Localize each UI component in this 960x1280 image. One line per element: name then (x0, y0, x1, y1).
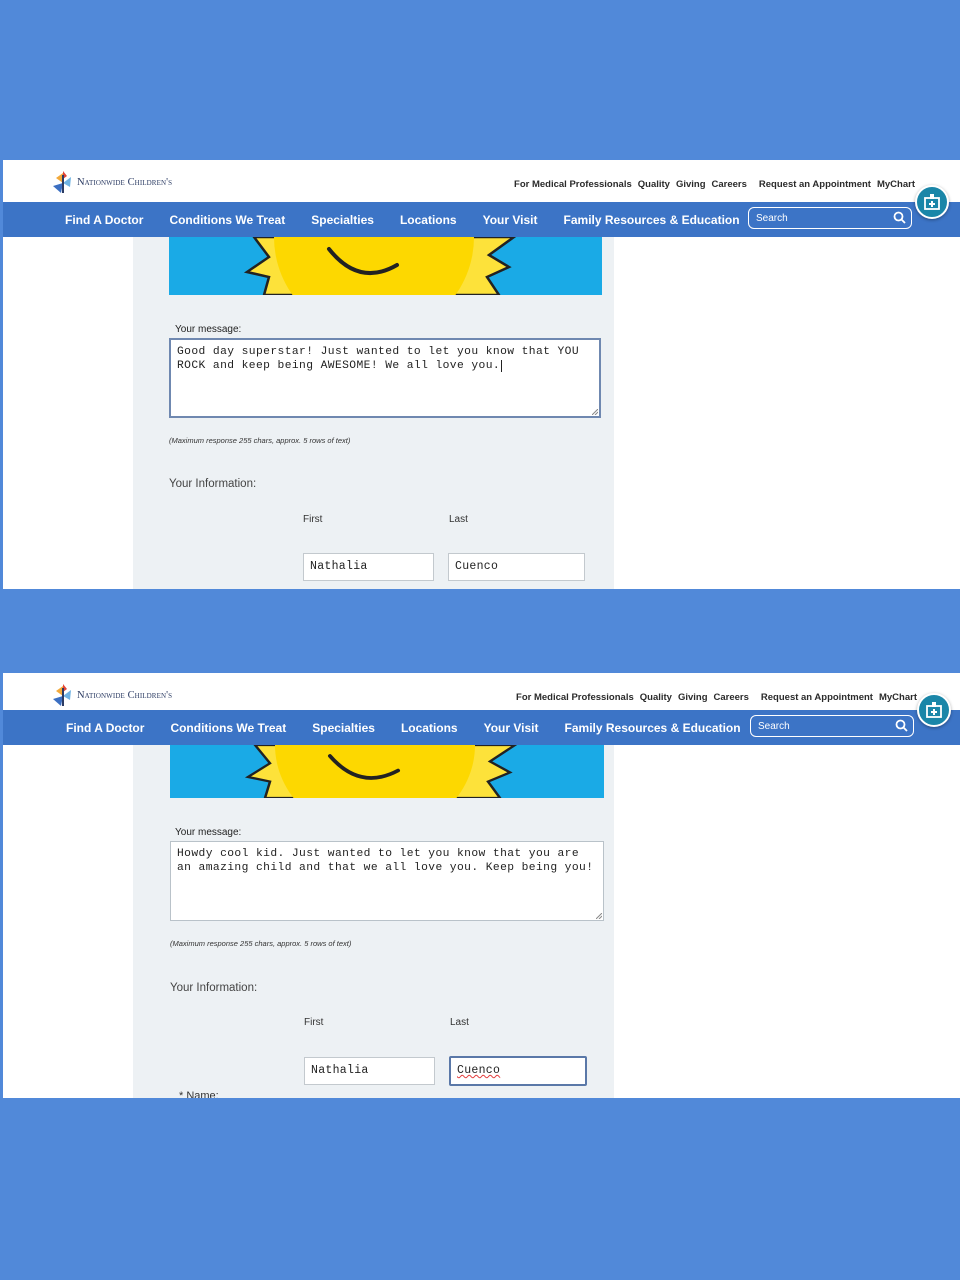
form-panel: Your message: Howdy cool kid. Just wante… (133, 745, 614, 1098)
resize-grip-icon[interactable] (592, 409, 598, 415)
main-nav: Find A Doctor Conditions We Treat Specia… (3, 202, 960, 237)
search-icon[interactable] (895, 719, 908, 732)
nav-family-resources[interactable]: Family Resources & Education (565, 721, 741, 735)
name-label-partial: * Name: (179, 1090, 219, 1098)
link-giving[interactable]: Giving (678, 692, 708, 703)
max-length-note: (Maximum response 255 chars, approx. 5 r… (169, 436, 351, 445)
link-medical-professionals[interactable]: For Medical Professionals (516, 692, 634, 703)
utility-links: For Medical Professionals Quality Giving… (514, 179, 915, 190)
hospital-chat-icon (924, 194, 940, 210)
nav-find-a-doctor[interactable]: Find A Doctor (65, 213, 143, 227)
link-request-appointment[interactable]: Request an Appointment (761, 692, 873, 703)
link-request-appointment[interactable]: Request an Appointment (759, 179, 871, 190)
search-input[interactable]: Search (748, 207, 912, 229)
last-name-label: Last (450, 1017, 469, 1028)
last-name-input[interactable]: Cuenco (448, 553, 585, 581)
search-input[interactable]: Search (750, 715, 914, 737)
last-name-value: Cuenco (457, 1064, 501, 1077)
top-bar: Nationwide Children's For Medical Profes… (3, 160, 960, 202)
nav-specialties[interactable]: Specialties (312, 721, 375, 735)
logo-text: Nationwide Children's (77, 176, 173, 188)
first-name-label: First (303, 514, 323, 525)
link-medical-professionals[interactable]: For Medical Professionals (514, 179, 632, 190)
resize-grip-icon[interactable] (596, 913, 602, 919)
nav-conditions[interactable]: Conditions We Treat (170, 721, 286, 735)
link-mychart[interactable]: MyChart (877, 179, 915, 190)
message-textarea[interactable]: Good day superstar! Just wanted to let y… (169, 338, 601, 418)
your-information-label: Your Information: (170, 982, 258, 994)
nav-family-resources[interactable]: Family Resources & Education (564, 213, 740, 227)
nav-your-visit[interactable]: Your Visit (483, 213, 538, 227)
utility-links: For Medical Professionals Quality Giving… (516, 692, 917, 703)
nav-conditions[interactable]: Conditions We Treat (169, 213, 285, 227)
search-placeholder: Search (758, 721, 790, 732)
site-logo[interactable]: Nationwide Children's (51, 681, 172, 709)
message-label: Your message: (175, 324, 242, 335)
nav-locations[interactable]: Locations (400, 213, 457, 227)
your-information-label: Your Information: (169, 478, 257, 490)
screenshot-2: Nationwide Children's For Medical Profes… (3, 673, 960, 1098)
hospital-chat-icon (926, 702, 942, 718)
form-panel: Your message: Good day superstar! Just w… (133, 237, 614, 589)
max-length-note: (Maximum response 255 chars, approx. 5 r… (170, 939, 352, 948)
first-name-input[interactable]: Nathalia (304, 1057, 435, 1085)
nav-find-a-doctor[interactable]: Find A Doctor (66, 721, 144, 735)
chat-help-button[interactable] (915, 185, 949, 219)
text-cursor: ​ (501, 360, 503, 372)
link-quality[interactable]: Quality (640, 692, 672, 703)
first-name-input[interactable]: Nathalia (303, 553, 434, 581)
butterfly-logo-icon (53, 171, 71, 193)
link-mychart[interactable]: MyChart (879, 692, 917, 703)
nav-locations[interactable]: Locations (401, 721, 458, 735)
chat-help-button[interactable] (917, 693, 951, 727)
butterfly-logo-icon (53, 684, 71, 706)
top-bar: Nationwide Children's For Medical Profes… (3, 673, 960, 715)
last-name-label: Last (449, 514, 468, 525)
first-name-label: First (304, 1017, 324, 1028)
screenshot-1: Nationwide Children's For Medical Profes… (3, 160, 960, 589)
message-textarea[interactable]: Howdy cool kid. Just wanted to let you k… (170, 841, 604, 921)
nav-specialties[interactable]: Specialties (311, 213, 374, 227)
link-careers[interactable]: Careers (712, 179, 747, 190)
link-giving[interactable]: Giving (676, 179, 706, 190)
sun-banner-image (169, 237, 602, 295)
last-name-input[interactable]: Cuenco (449, 1056, 587, 1086)
nav-your-visit[interactable]: Your Visit (484, 721, 539, 735)
main-nav: Find A Doctor Conditions We Treat Specia… (3, 710, 960, 745)
search-icon[interactable] (893, 211, 906, 224)
link-careers[interactable]: Careers (714, 692, 749, 703)
message-label: Your message: (175, 827, 242, 838)
logo-text: Nationwide Children's (77, 689, 173, 701)
search-placeholder: Search (756, 213, 788, 224)
link-quality[interactable]: Quality (638, 179, 670, 190)
message-text: Good day superstar! Just wanted to let y… (177, 346, 580, 372)
site-logo[interactable]: Nationwide Children's (51, 168, 172, 196)
sun-banner-image (170, 745, 604, 798)
message-text: Howdy cool kid. Just wanted to let you k… (177, 848, 594, 874)
